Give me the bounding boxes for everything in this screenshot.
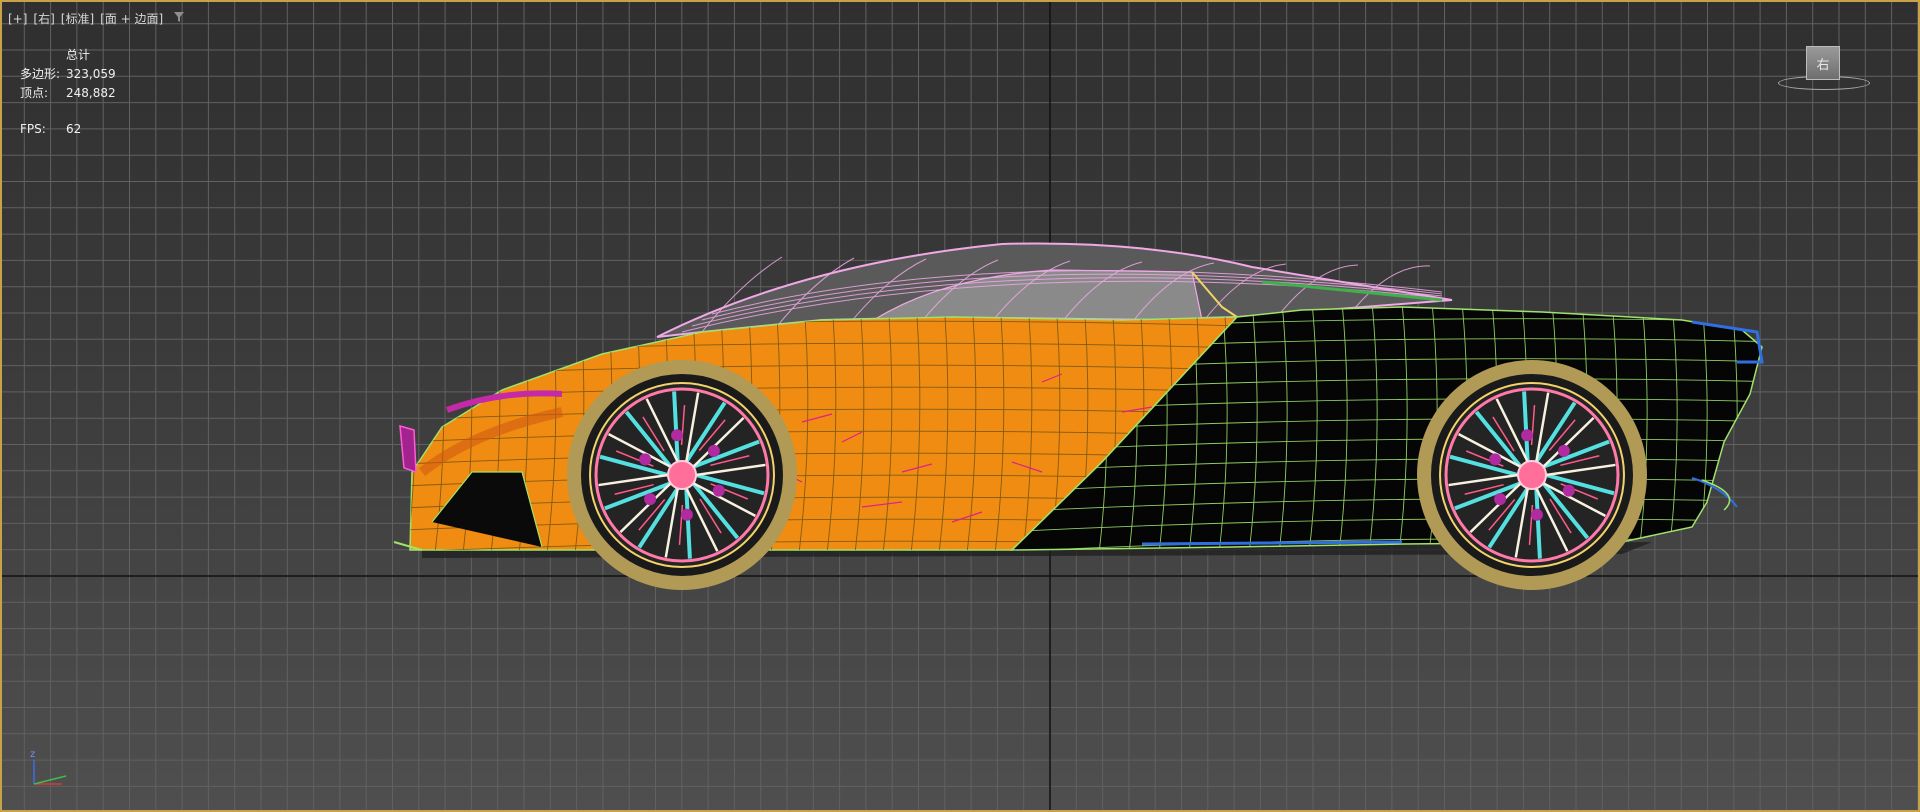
- stats-vertices-label: 顶点:: [20, 86, 49, 100]
- viewport-shading-standard[interactable]: [标准]: [61, 10, 94, 27]
- stats-vertices: 顶点: 248,882: [20, 84, 116, 103]
- hub: [667, 460, 697, 490]
- stats-header: 总计: [66, 48, 91, 62]
- viewport-point-of-view[interactable]: [右]: [33, 10, 54, 27]
- viewport-statistics: 总计 多边形: 323,059 顶点: 248,882 FPS: 62: [20, 46, 116, 139]
- stats-fps-value: 62: [66, 122, 82, 136]
- stats-fps: FPS: 62: [20, 120, 116, 139]
- viewport-label-bar: [+] [右] [标准] [面 + 边面]: [8, 10, 185, 27]
- viewport-right[interactable]: [+] [右] [标准] [面 + 边面] 总计 多边形: 323,059 顶点…: [0, 0, 1920, 812]
- car-model[interactable]: [2, 2, 1920, 812]
- axis-z-label: z: [30, 749, 35, 760]
- funnel-icon[interactable]: [173, 11, 185, 26]
- viewcube[interactable]: 右: [1776, 46, 1872, 96]
- stats-polygons: 多边形: 323,059: [20, 65, 116, 84]
- rear-wheel[interactable]: [1417, 360, 1647, 590]
- hub: [1517, 460, 1547, 490]
- stats-fps-label: FPS:: [20, 122, 46, 136]
- stats-vertices-value: 248,882: [66, 86, 116, 100]
- stats-polygons-value: 323,059: [66, 67, 116, 81]
- axis-tripod-icon: z: [26, 746, 76, 792]
- front-wheel[interactable]: [567, 360, 797, 590]
- viewport-menu-plus[interactable]: [+]: [8, 12, 27, 26]
- viewport-display-mode[interactable]: [面 + 边面]: [100, 10, 163, 27]
- viewcube-face-right[interactable]: 右: [1806, 46, 1840, 80]
- stats-polygons-label: 多边形:: [20, 67, 61, 81]
